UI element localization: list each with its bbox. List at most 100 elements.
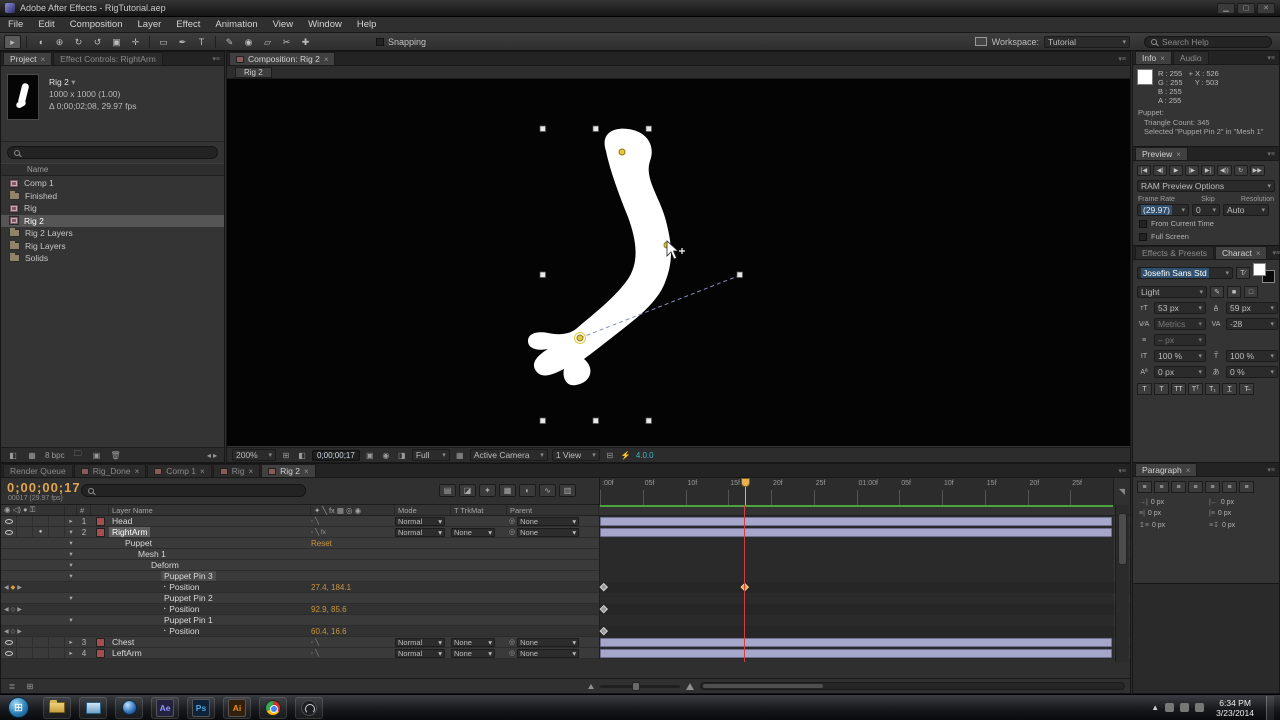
next-keyframe-icon[interactable]: ▶: [17, 606, 22, 613]
pickwhip-icon[interactable]: ◎: [509, 638, 515, 646]
play-button[interactable]: ▶: [1169, 165, 1183, 176]
type-style-button-0[interactable]: T: [1137, 383, 1152, 395]
camera-select[interactable]: Active Camera ▾: [469, 449, 548, 461]
trkmat-column-header[interactable]: T TrkMat: [451, 505, 507, 515]
proxy-icon[interactable]: ▦: [26, 451, 38, 460]
paragraph-field-5[interactable]: ≡↧ 0 px: [1209, 521, 1273, 530]
tab-info[interactable]: Info ×: [1135, 51, 1172, 64]
timeline-row-puppet-pin-2-7[interactable]: ▾ Puppet Pin 2: [1, 592, 1130, 604]
track-area[interactable]: [599, 581, 1114, 593]
menu-view[interactable]: View: [273, 19, 293, 30]
type-style-button-2[interactable]: TT: [1171, 383, 1186, 395]
property-name[interactable]: Mesh 1: [135, 549, 169, 559]
property-value[interactable]: 92.9, 85.6: [311, 605, 347, 614]
close-icon[interactable]: ×: [324, 55, 329, 64]
type-style-button-3[interactable]: Tᵀ: [1188, 383, 1203, 395]
twirl-icon[interactable]: ▾: [65, 528, 77, 536]
menu-edit[interactable]: Edit: [38, 19, 54, 30]
kerning-select[interactable]: Metrics ▾: [1154, 318, 1206, 330]
menu-window[interactable]: Window: [308, 19, 342, 30]
align-right-button[interactable]: ≡: [1171, 481, 1186, 493]
tab-charact[interactable]: Charact ×: [1215, 246, 1268, 259]
grid-guides-icon[interactable]: ⊞: [280, 451, 292, 460]
add-keyframe-icon[interactable]: ◇: [11, 606, 16, 613]
shy-icon[interactable]: ✦: [479, 484, 496, 497]
timeline-row-position-6[interactable]: ◀ ◆ ▶ ◔ Position 27.4, 184.1: [1, 581, 1130, 593]
project-name-column-header[interactable]: Name: [1, 163, 224, 176]
track-area[interactable]: [599, 625, 1114, 637]
layer-duration-bar[interactable]: [600, 516, 1112, 526]
property-name[interactable]: Puppet Pin 3: [161, 571, 216, 581]
magnification-select[interactable]: 200% ▾: [232, 449, 276, 461]
project-item-finished[interactable]: Finished: [1, 190, 224, 203]
panel-menu-icon[interactable]: ▾≡: [1263, 466, 1279, 474]
track-area[interactable]: [599, 526, 1114, 538]
twirl-icon[interactable]: ▾: [65, 594, 77, 602]
show-snapshot-icon[interactable]: ◉: [380, 451, 392, 460]
fill-color-swatch[interactable]: [1253, 263, 1266, 276]
lock-toggle[interactable]: [49, 637, 65, 647]
tab-render-queue[interactable]: Render Queue: [3, 464, 73, 477]
audio-toggle[interactable]: [17, 648, 33, 658]
mode-select[interactable]: Normal ▾: [395, 648, 445, 658]
project-item-solids[interactable]: Solids: [1, 252, 224, 265]
search-help-input[interactable]: Search Help: [1144, 35, 1272, 48]
track-area[interactable]: [599, 548, 1114, 560]
project-item-rig[interactable]: Rig: [1, 202, 224, 215]
font-family-select[interactable]: Josefin Sans Std ▾: [1137, 267, 1233, 279]
layer-name[interactable]: RightArm: [109, 527, 151, 537]
property-name[interactable]: Position: [166, 604, 202, 614]
workspace-select[interactable]: Tutorial ▾: [1044, 35, 1130, 48]
selection-tool-icon[interactable]: ▸: [4, 34, 21, 49]
eyedropper-icon[interactable]: ✎: [1210, 286, 1224, 298]
taskbar-illustrator[interactable]: Ai: [223, 696, 251, 719]
ram-preview-button[interactable]: ▶▶: [1249, 165, 1265, 176]
menu-effect[interactable]: Effect: [176, 19, 200, 30]
tab-effect-controls-rightarm[interactable]: Effect Controls: RightArm: [53, 52, 163, 65]
track-area[interactable]: [599, 636, 1114, 648]
orbit-tool-icon[interactable]: ↻: [70, 35, 87, 49]
fast-previews-icon[interactable]: ⚡: [620, 451, 632, 460]
track-area[interactable]: [599, 559, 1114, 571]
justify-last-left-button[interactable]: ≡: [1188, 481, 1203, 493]
composition-viewer[interactable]: [227, 79, 1130, 446]
property-value[interactable]: 27.4, 184.1: [311, 583, 351, 592]
keyframe-diamond[interactable]: [599, 582, 608, 591]
twirl-icon[interactable]: ▸: [65, 517, 77, 525]
rotate-tool-icon[interactable]: ↺: [89, 35, 106, 49]
timeline-row-puppet-pin-3-5[interactable]: ▾ Puppet Pin 3: [1, 570, 1130, 582]
close-icon[interactable]: ×: [248, 467, 253, 476]
align-left-button[interactable]: ≡: [1137, 481, 1152, 493]
view-layout-select[interactable]: 1 View ▾: [551, 449, 600, 461]
shape-tool-icon[interactable]: ▭: [155, 35, 172, 49]
close-icon[interactable]: ×: [1160, 54, 1165, 63]
puppet-pin-tool-icon[interactable]: ✚: [297, 35, 314, 49]
loop-button[interactable]: ↻: [1233, 165, 1248, 176]
brush-tool-icon[interactable]: ✎: [221, 35, 238, 49]
audio-toggle[interactable]: [17, 637, 33, 647]
new-folder-icon[interactable]: 🗀: [72, 448, 84, 462]
type-style-button-4[interactable]: T₁: [1205, 383, 1220, 395]
tab-project[interactable]: Project ×: [3, 52, 53, 65]
keyframe-navigator[interactable]: ◀ ◆ ▶: [1, 584, 22, 591]
layer-duration-bar[interactable]: [600, 527, 1112, 537]
paragraph-field-4[interactable]: ↥≡ 0 px: [1139, 521, 1203, 530]
start-button[interactable]: ⊞: [8, 697, 29, 718]
property-name[interactable]: Position: [166, 626, 202, 636]
twirl-icon[interactable]: ▾: [65, 539, 77, 547]
tray-icon-2[interactable]: [1180, 703, 1190, 712]
breadcrumb-rig-2[interactable]: Rig 2: [235, 66, 272, 78]
close-icon[interactable]: ×: [1256, 249, 1261, 258]
parent-select[interactable]: None ▾: [517, 648, 580, 658]
close-icon[interactable]: ×: [135, 467, 140, 476]
menu-composition[interactable]: Composition: [70, 19, 123, 30]
property-name[interactable]: Puppet Pin 2: [161, 593, 216, 603]
justify-all-button[interactable]: ≡: [1239, 481, 1254, 493]
viewer-timecode[interactable]: 0;00;00;17: [312, 449, 360, 461]
track-area[interactable]: [599, 614, 1114, 626]
track-area[interactable]: [599, 647, 1114, 659]
property-name[interactable]: Position: [166, 582, 202, 592]
scroll-arrows[interactable]: ◂ ▸: [206, 451, 218, 460]
layer-duration-bar[interactable]: [600, 637, 1112, 647]
taskbar-chrome[interactable]: [259, 696, 287, 719]
